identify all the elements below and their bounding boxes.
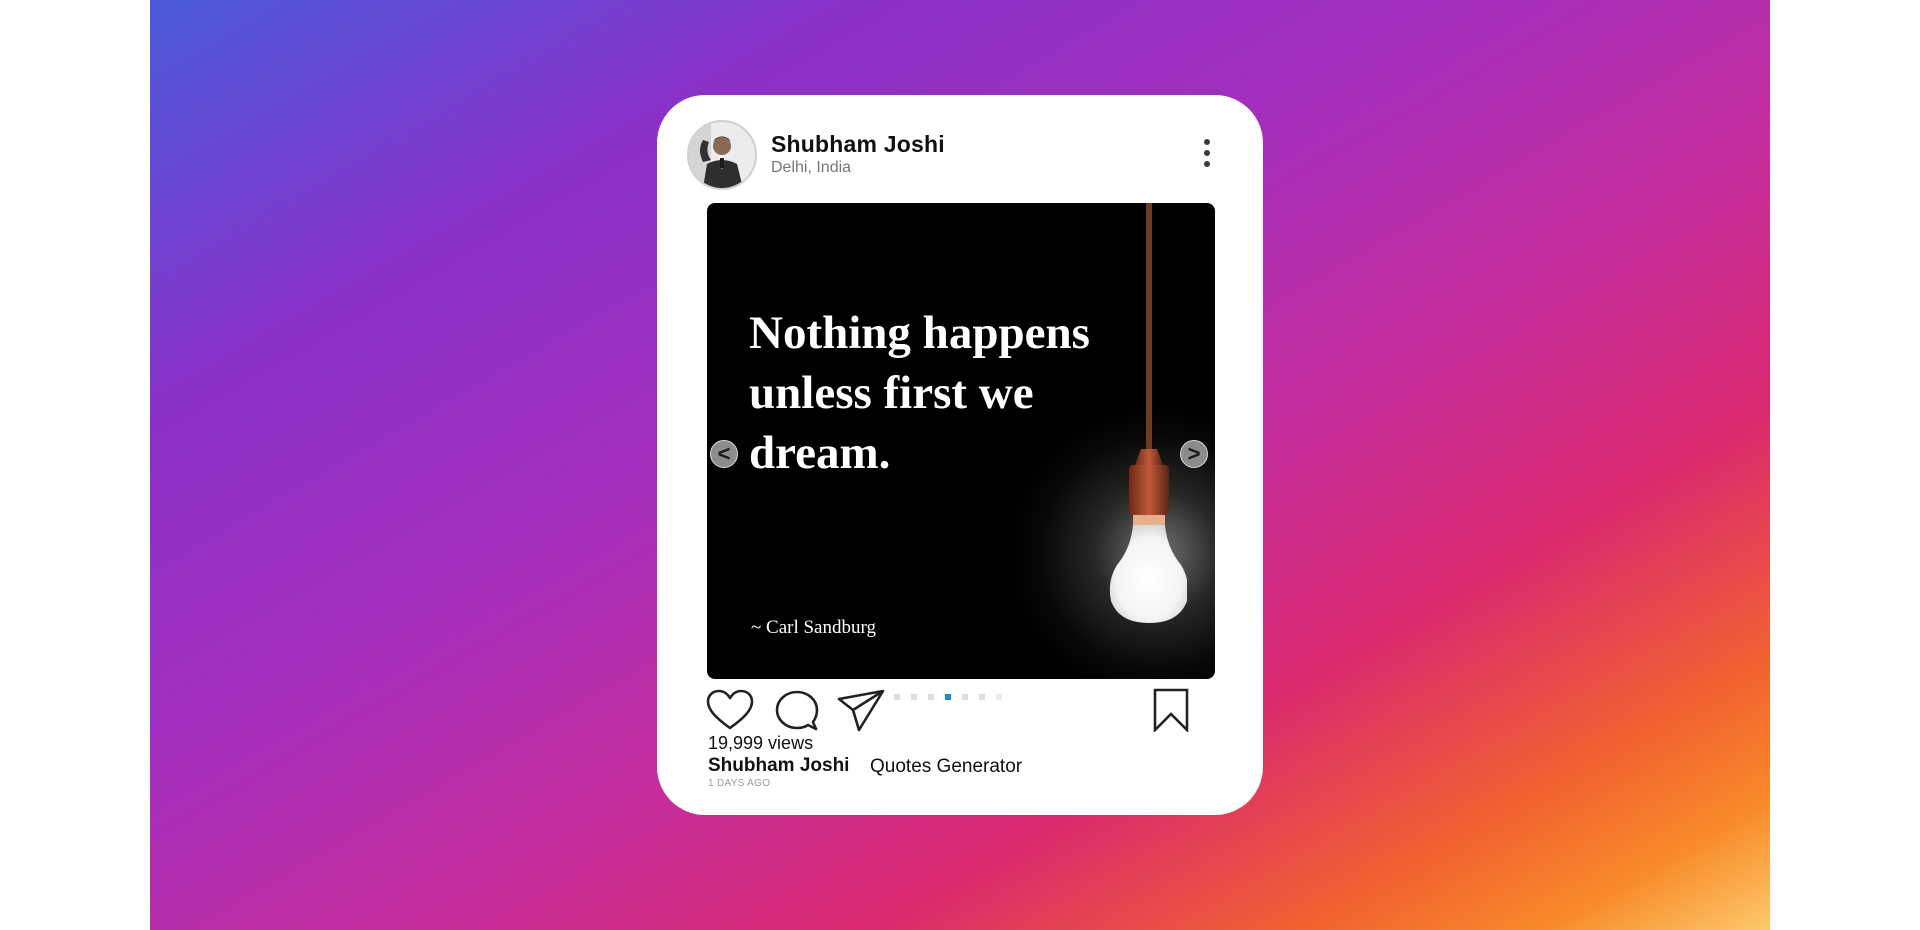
post-location: Delhi, India [771,159,852,176]
slide-dot[interactable] [996,694,1002,700]
post-author-name[interactable]: Shubham Joshi [771,131,945,158]
quote-text: Nothing happens unless first we dream. [749,307,1090,479]
avatar[interactable] [687,120,757,190]
slide-dot[interactable] [911,694,917,700]
post-timestamp: 1 DAYS AGO [708,778,771,789]
view-count: 19,999 views [708,733,814,753]
next-slide-button[interactable]: > [1180,440,1208,468]
previous-slide-button[interactable]: < [710,440,738,468]
send-icon [837,689,885,732]
more-options-button[interactable] [1199,137,1215,171]
post-card: Shubham Joshi Delhi, India Nothing happe… [657,95,1263,815]
caption-author[interactable]: Shubham Joshi [708,755,849,777]
user-avatar-photo [689,122,755,188]
like-button[interactable] [706,689,754,731]
share-button[interactable] [837,689,885,733]
slide-dot[interactable] [979,694,985,700]
slide-dot-active[interactable] [945,694,951,700]
caption-text: Quotes Generator [870,756,1023,777]
quote-author: ~ Carl Sandburg [751,617,876,638]
slide-dot[interactable] [894,694,900,700]
comment-icon [775,690,819,731]
slide-dot[interactable] [928,694,934,700]
comment-button[interactable] [775,689,819,733]
save-button[interactable] [1153,688,1189,732]
bookmark-icon [1153,688,1189,732]
gradient-background: Shubham Joshi Delhi, India Nothing happe… [150,0,1770,930]
slide-dot[interactable] [962,694,968,700]
post-image-slide: Nothing happens unless first we dream. ~… [707,203,1215,679]
heart-icon [706,689,754,730]
